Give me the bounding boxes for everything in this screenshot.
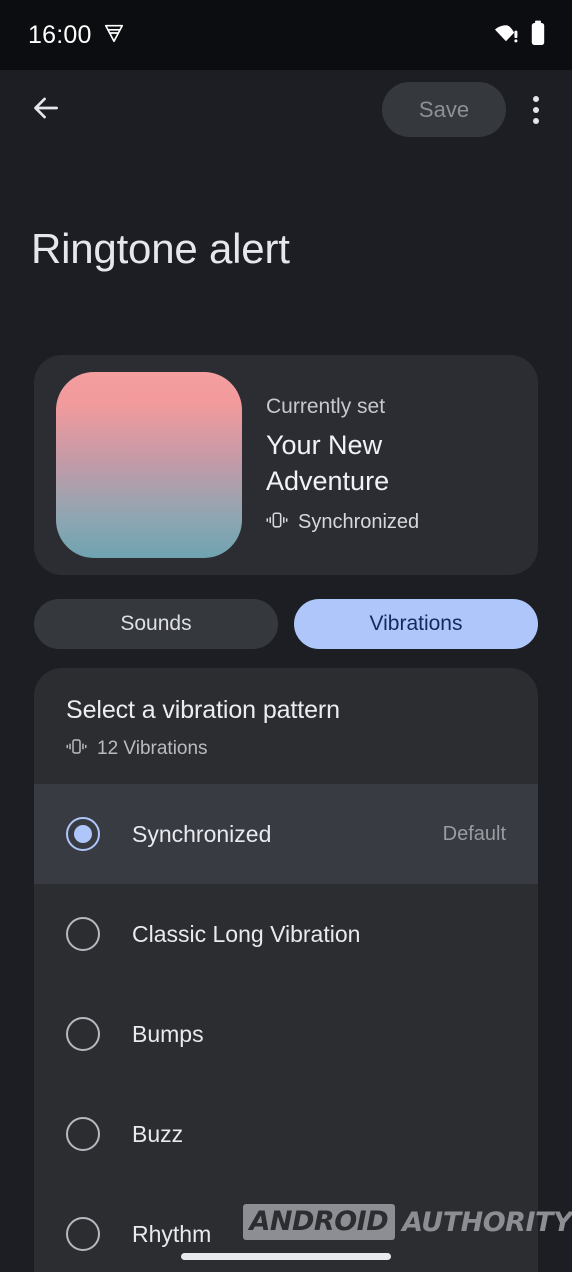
list-item[interactable]: Buzz [34, 1084, 538, 1184]
radio-button-icon[interactable] [66, 1117, 100, 1151]
status-bar-clock: 16:00 [28, 20, 92, 49]
list-item[interactable]: Synchronized Default [34, 784, 538, 884]
currently-set-meta: Currently set Your New Adventure Synchro… [266, 395, 506, 534]
list-item-label: Classic Long Vibration [132, 920, 361, 947]
list-item-label: Bumps [132, 1020, 204, 1047]
list-item-label: Synchronized [132, 820, 272, 847]
list-item[interactable]: Bumps [34, 984, 538, 1084]
sound-vibration-tabs: Sounds Vibrations [34, 599, 538, 649]
battery-full-icon [530, 20, 546, 51]
radio-button-icon[interactable] [66, 917, 100, 951]
watermark-authority: AUTHORITY [402, 1206, 572, 1238]
vibration-pattern-header: Select a vibration pattern 12 Vibrations [34, 668, 538, 761]
section-title: Select a vibration pattern [66, 696, 340, 724]
list-item-label: Rhythm [132, 1220, 212, 1247]
vibration-icon [66, 737, 87, 761]
android-authority-watermark: ANDROID AUTHORITY [242, 1204, 572, 1240]
vibration-pattern-card: Select a vibration pattern 12 Vibrations… [34, 668, 538, 1272]
back-button[interactable] [20, 86, 72, 134]
list-item-label: Buzz [132, 1120, 184, 1147]
arrow-back-icon [29, 91, 63, 130]
radio-button-icon[interactable] [66, 817, 100, 851]
save-button[interactable]: Save [382, 82, 506, 137]
list-item[interactable]: Classic Long Vibration [34, 884, 538, 984]
vpn-triangle-icon [103, 22, 125, 49]
page-title: Ringtone alert [31, 225, 290, 272]
album-art-gradient [56, 372, 242, 558]
more-vert-icon[interactable] [518, 92, 554, 128]
phone-screen: 16:00 Save Ringtone alert Currently set … [0, 0, 572, 1272]
app-bar: Save [0, 70, 572, 148]
watermark-android: ANDROID [242, 1204, 396, 1240]
radio-button-icon[interactable] [66, 1017, 100, 1051]
currently-set-card[interactable]: Currently set Your New Adventure Synchro… [34, 355, 538, 575]
currently-set-name: Your New Adventure [266, 430, 390, 496]
currently-set-label: Currently set [266, 395, 386, 419]
list-item-trailing: Default [442, 822, 506, 845]
currently-set-vibration: Synchronized [266, 510, 506, 535]
tab-vibrations[interactable]: Vibrations [294, 599, 538, 649]
section-subtitle: 12 Vibrations [66, 737, 506, 761]
currently-set-vibration-label: Synchronized [298, 510, 420, 533]
vibration-list: Synchronized Default Classic Long Vibrat… [34, 784, 538, 1272]
vibration-icon [266, 510, 288, 535]
vibration-count-label: 12 Vibrations [97, 738, 208, 759]
status-bar: 16:00 [0, 0, 572, 70]
tab-sounds[interactable]: Sounds [34, 599, 278, 649]
radio-button-icon[interactable] [66, 1217, 100, 1251]
status-bar-left: 16:00 [28, 21, 125, 50]
wifi-no-internet-icon [494, 22, 520, 49]
status-bar-right [494, 20, 546, 51]
gesture-navigation-bar[interactable] [181, 1253, 391, 1260]
